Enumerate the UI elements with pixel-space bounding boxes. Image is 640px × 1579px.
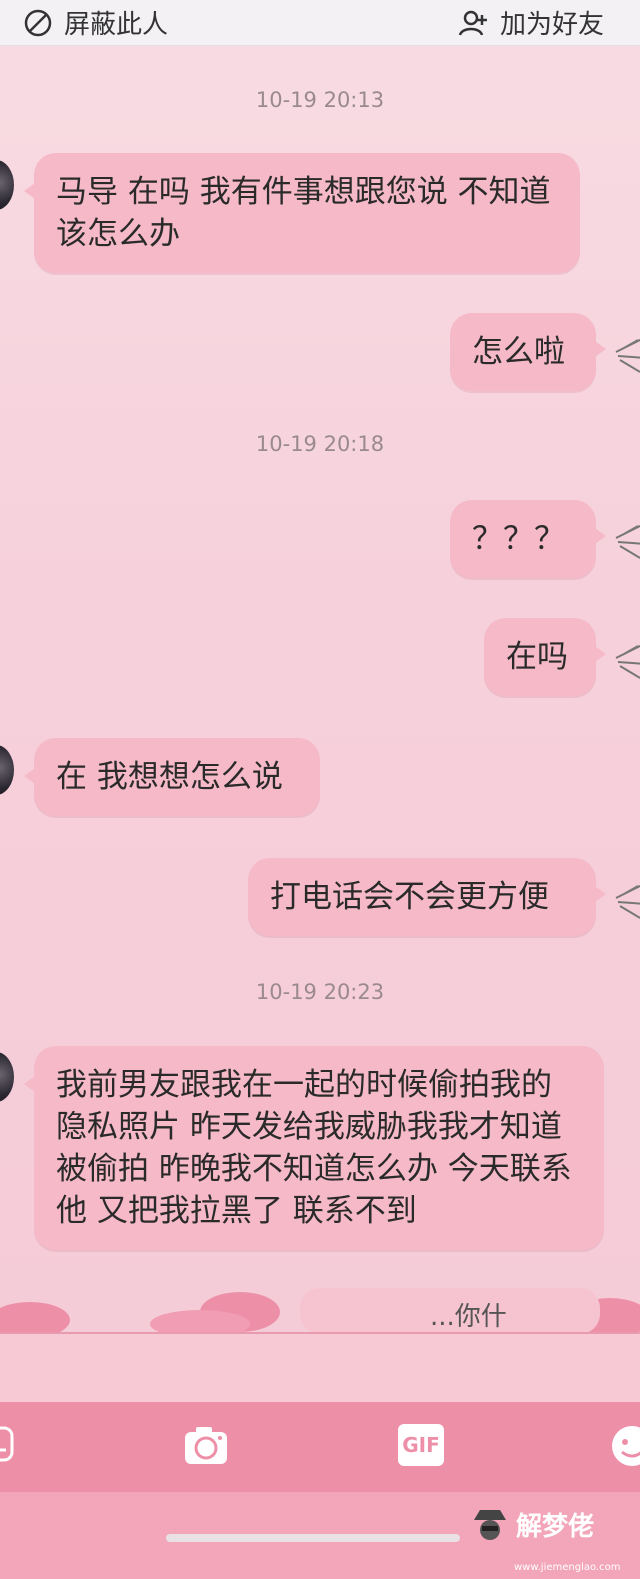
timestamp: 10-19 20:18 <box>255 432 385 456</box>
gif-button[interactable]: GIF <box>398 1424 444 1466</box>
watermark-url: www.jiemenglao.com <box>514 1562 621 1573</box>
add-user-icon <box>458 10 487 36</box>
user-avatar[interactable] <box>610 636 640 680</box>
partial-message: ...你什 <box>300 1288 600 1334</box>
emoji-icon[interactable] <box>610 1424 640 1468</box>
contact-avatar[interactable] <box>0 160 14 210</box>
contact-avatar[interactable] <box>0 745 14 795</box>
detective-logo <box>474 1510 506 1540</box>
watermark: 解梦佬 <box>470 1504 594 1544</box>
input-toolbar: GIF <box>0 1402 640 1492</box>
user-avatar[interactable] <box>610 330 640 374</box>
block-icon <box>24 9 52 36</box>
incoming-message[interactable]: 在 我想想怎么说 <box>24 738 320 816</box>
user-avatar[interactable] <box>610 876 640 920</box>
timestamp: 10-19 20:13 <box>255 88 385 112</box>
incoming-message[interactable]: 我前男友跟我在一起的时候偷拍我的隐私照片 昨天发给我威胁我我才知道被偷拍 昨晚我… <box>24 1046 604 1250</box>
outgoing-message[interactable]: 怎么啦 <box>450 313 606 391</box>
add-friend-button[interactable]: 加为好友 <box>458 4 604 41</box>
incoming-message[interactable]: 马导 在吗 我有件事想跟您说 不知道该怎么办 <box>24 153 580 273</box>
watermark-text: 解梦佬 <box>516 1511 595 1542</box>
voice-icon[interactable] <box>0 1424 16 1464</box>
timestamp: 10-19 20:23 <box>255 980 385 1004</box>
outgoing-message[interactable]: 在吗 <box>484 618 606 696</box>
camera-icon[interactable] <box>182 1424 230 1468</box>
block-user-label: 屏蔽此人 <box>64 10 169 40</box>
message-input[interactable] <box>0 1332 640 1404</box>
chat-header: 屏蔽此人 加为好友 <box>0 0 640 46</box>
user-avatar[interactable] <box>610 516 640 560</box>
home-indicator[interactable] <box>166 1534 460 1542</box>
outgoing-message[interactable]: 打电话会不会更方便 <box>248 858 606 936</box>
add-friend-label: 加为好友 <box>499 10 604 40</box>
outgoing-message[interactable]: ？？？ <box>450 500 606 578</box>
block-user-button[interactable]: 屏蔽此人 <box>22 4 168 41</box>
contact-avatar[interactable] <box>0 1052 14 1102</box>
